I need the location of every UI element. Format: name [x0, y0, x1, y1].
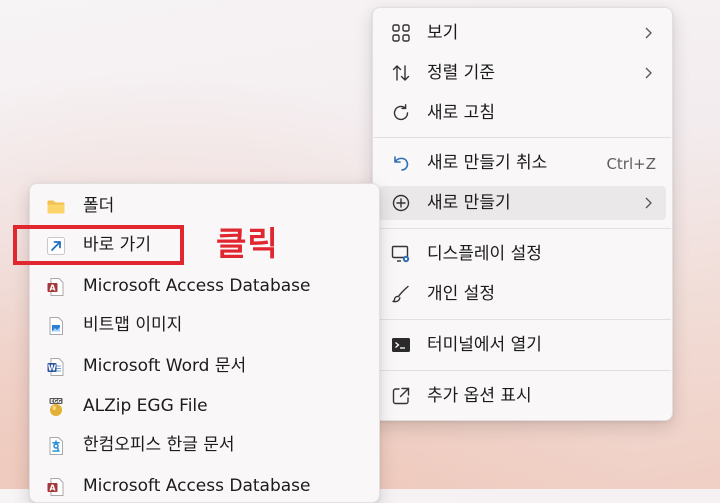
submenu-item-bitmap-image[interactable]: 비트맵 이미지	[36, 308, 373, 342]
svg-text:A: A	[49, 484, 56, 493]
egg-file-icon: EGG	[49, 398, 63, 416]
menu-item-new[interactable]: 새로 만들기	[379, 186, 666, 220]
display-settings-icon	[391, 245, 410, 263]
menu-item-label: 새로 고침	[427, 103, 495, 123]
svg-text:W: W	[48, 363, 57, 372]
menu-item-label: 정렬 기준	[427, 63, 495, 83]
menu-item-label: 개인 설정	[427, 284, 495, 304]
menu-divider	[374, 370, 671, 371]
menu-item-view[interactable]: 보기	[379, 16, 666, 50]
submenu-item-folder[interactable]: 폴더	[36, 189, 373, 223]
sort-arrows-icon	[392, 65, 410, 81]
menu-item-label: 새로 만들기	[427, 193, 511, 213]
menu-item-display-settings[interactable]: 디스플레이 설정	[379, 237, 666, 271]
menu-divider	[374, 228, 671, 229]
desktop-context-menu: 보기 정렬 기준 새로 고침 새로 만들기 취소 Ctrl+Z 새로 만들기 디…	[372, 7, 673, 421]
annotation-highlight-box	[13, 225, 184, 265]
bitmap-icon	[49, 317, 63, 335]
open-external-icon	[392, 387, 410, 405]
submenu-item-access-database-2[interactable]: A Microsoft Access Database	[36, 469, 373, 502]
menu-item-label: 추가 옵션 표시	[427, 386, 532, 406]
add-circle-icon	[392, 194, 410, 212]
submenu-item-label: 한컴오피스 한글 문서	[83, 435, 235, 455]
terminal-icon	[392, 338, 410, 352]
submenu-item-label: Microsoft Access Database	[83, 476, 311, 496]
submenu-item-hwp-document[interactable]: 한컴오피스 한글 문서	[36, 428, 373, 462]
grid-icon	[392, 24, 410, 42]
menu-item-label: 디스플레이 설정	[427, 244, 542, 264]
submenu-item-label: Microsoft Word 문서	[83, 356, 247, 376]
menu-divider	[374, 319, 671, 320]
menu-item-sort-by[interactable]: 정렬 기준	[379, 56, 666, 90]
annotation-click-label: 클릭	[216, 224, 279, 263]
menu-item-undo-new[interactable]: 새로 만들기 취소 Ctrl+Z	[379, 146, 666, 180]
menu-item-label: 터미널에서 열기	[427, 335, 542, 355]
refresh-icon	[393, 104, 409, 121]
submenu-item-access-database[interactable]: A Microsoft Access Database	[36, 269, 373, 303]
submenu-item-label: Microsoft Access Database	[83, 276, 311, 296]
chevron-right-icon	[645, 27, 652, 39]
word-icon: W	[47, 358, 64, 376]
submenu-item-label: ALZip EGG File	[83, 396, 208, 416]
access-icon: A	[47, 478, 64, 496]
hwp-icon	[49, 437, 63, 455]
submenu-item-word-document[interactable]: W Microsoft Word 문서	[36, 349, 373, 383]
menu-divider	[374, 137, 671, 138]
submenu-item-label: 비트맵 이미지	[83, 315, 183, 335]
menu-item-show-more-options[interactable]: 추가 옵션 표시	[379, 379, 666, 413]
menu-item-personalize[interactable]: 개인 설정	[379, 277, 666, 311]
menu-item-open-terminal[interactable]: 터미널에서 열기	[379, 328, 666, 362]
brush-icon	[392, 285, 409, 303]
menu-item-label: 보기	[427, 23, 459, 43]
submenu-item-label: 폴더	[83, 196, 115, 216]
folder-icon	[47, 200, 65, 214]
menu-item-refresh[interactable]: 새로 고침	[379, 96, 666, 130]
submenu-item-egg-file[interactable]: EGG ALZip EGG File	[36, 389, 373, 423]
chevron-right-icon	[645, 197, 652, 209]
undo-icon	[394, 156, 409, 171]
svg-text:A: A	[49, 284, 56, 293]
svg-text:EGG: EGG	[50, 399, 61, 405]
menu-item-label: 새로 만들기 취소	[427, 153, 548, 173]
chevron-right-icon	[645, 67, 652, 79]
access-icon: A	[47, 278, 64, 296]
keyboard-shortcut: Ctrl+Z	[606, 155, 656, 173]
